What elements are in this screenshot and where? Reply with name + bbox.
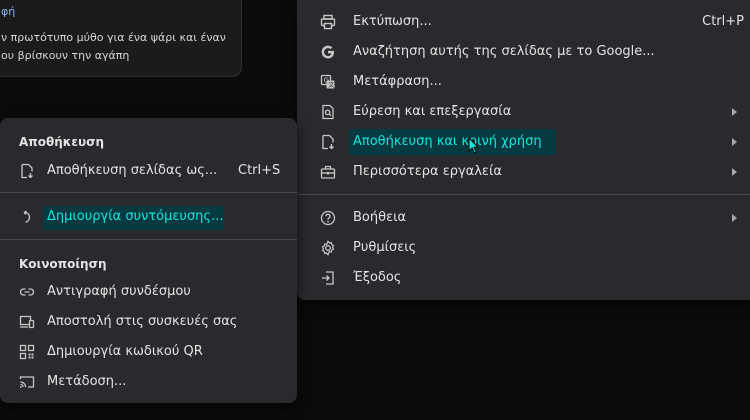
- devices-icon: [19, 314, 35, 330]
- submenu-item-create-qr[interactable]: Δημιουργία κωδικού QR: [0, 337, 297, 367]
- menu-item-label: Έξοδος: [353, 270, 402, 285]
- exit-icon: [320, 270, 336, 286]
- translate-icon: G文: [320, 74, 336, 90]
- menu-item-search-google[interactable]: Αναζήτηση αυτής της σελίδας με το Google…: [297, 37, 750, 67]
- browser-main-menu: Εκτύπωση... Ctrl+P Αναζήτηση αυτής της σ…: [297, 0, 750, 300]
- card-line-2: ου βρίσκουν την αγάπη: [1, 49, 130, 62]
- menu-item-find-edit[interactable]: Εύρεση και επεξεργασία: [297, 97, 750, 127]
- save-share-submenu: Αποθήκευση Αποθήκευση σελίδας ως... Ctrl…: [0, 118, 297, 403]
- submenu-item-label: Αποθήκευση σελίδας ως...: [47, 163, 218, 178]
- shortcut-text: Ctrl+P: [702, 14, 744, 29]
- menu-item-print[interactable]: Εκτύπωση... Ctrl+P: [297, 7, 750, 37]
- cast-icon: [19, 374, 35, 390]
- menu-item-label: Εύρεση και επεξεργασία: [353, 104, 512, 119]
- card-text: ν πρωτότυπο μύθο για ένα ψάρι και έναν ο…: [1, 29, 231, 65]
- submenu-item-copy-link[interactable]: Αντιγραφή συνδέσμου: [0, 277, 297, 307]
- menu-item-label: Αποθήκευση και κοινή χρήση: [353, 134, 542, 149]
- submenu-item-label: Αποστολή στις συσκευές σας: [47, 314, 238, 329]
- submenu-item-label: Μετάδοση...: [47, 374, 127, 389]
- menu-item-label: Μετάφραση...: [353, 74, 442, 89]
- background-card: φή ν πρωτότυπο μύθο για ένα ψάρι και ένα…: [0, 0, 242, 77]
- submenu-divider: [0, 239, 297, 240]
- shortcut-arrow-icon: [19, 209, 35, 225]
- printer-icon: [320, 14, 336, 30]
- card-link[interactable]: φή: [1, 5, 15, 18]
- shortcut-text: Ctrl+S: [238, 163, 281, 178]
- menu-item-more-tools[interactable]: Περισσότερα εργαλεία: [297, 157, 750, 187]
- mouse-cursor-icon: [468, 136, 480, 155]
- google-g-icon: [320, 44, 336, 60]
- qr-code-icon: [19, 344, 35, 360]
- find-page-icon: [320, 104, 336, 120]
- help-icon: [320, 210, 336, 226]
- submenu-arrow-icon: [732, 214, 737, 222]
- toolbox-icon: [320, 164, 336, 180]
- menu-item-label: Ρυθμίσεις: [353, 240, 417, 255]
- link-icon: [19, 284, 35, 300]
- submenu-item-create-shortcut[interactable]: Δημιουργία συντόμευσης...: [0, 202, 297, 232]
- menu-item-save-share[interactable]: Αποθήκευση και κοινή χρήση: [297, 127, 750, 157]
- submenu-item-cast[interactable]: Μετάδοση...: [0, 367, 297, 397]
- submenu-item-label: Δημιουργία κωδικού QR: [47, 344, 203, 359]
- menu-item-help[interactable]: Βοήθεια: [297, 203, 750, 233]
- menu-item-label: Αναζήτηση αυτής της σελίδας με το Google…: [353, 44, 655, 59]
- section-header-share: Κοινοποίηση: [19, 257, 107, 271]
- submenu-item-label: Αντιγραφή συνδέσμου: [47, 284, 191, 299]
- menu-item-label: Εκτύπωση...: [353, 14, 432, 29]
- submenu-arrow-icon: [732, 168, 737, 176]
- submenu-item-save-page[interactable]: Αποθήκευση σελίδας ως... Ctrl+S: [0, 156, 297, 186]
- menu-item-label: Βοήθεια: [353, 210, 407, 225]
- submenu-item-label: Δημιουργία συντόμευσης...: [47, 209, 224, 224]
- menu-item-translate[interactable]: G文 Μετάφραση...: [297, 67, 750, 97]
- menu-item-exit[interactable]: Έξοδος: [297, 263, 750, 293]
- submenu-item-send-devices[interactable]: Αποστολή στις συσκευές σας: [0, 307, 297, 337]
- section-header-save: Αποθήκευση: [19, 135, 105, 149]
- save-share-icon: [320, 134, 336, 150]
- menu-divider: [297, 194, 750, 195]
- menu-item-label: Περισσότερα εργαλεία: [353, 164, 502, 179]
- gear-icon: [320, 240, 336, 256]
- menu-item-settings[interactable]: Ρυθμίσεις: [297, 233, 750, 263]
- submenu-arrow-icon: [732, 138, 737, 146]
- submenu-arrow-icon: [732, 108, 737, 116]
- card-line-1: ν πρωτότυπο μύθο για ένα ψάρι και έναν: [1, 31, 226, 44]
- submenu-divider: [0, 192, 297, 193]
- svg-text:文: 文: [328, 81, 334, 89]
- save-page-icon: [19, 163, 35, 179]
